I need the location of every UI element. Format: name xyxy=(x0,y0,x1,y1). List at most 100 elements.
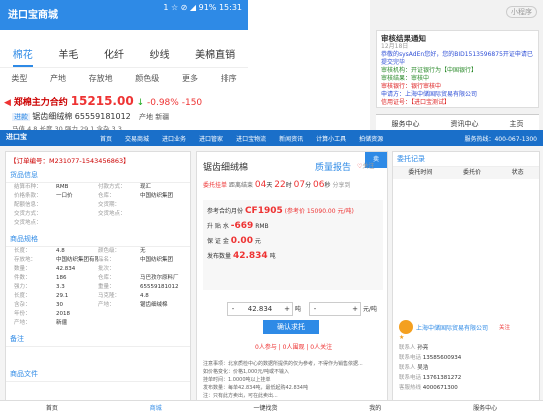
info-cell: 交货期： xyxy=(98,202,121,208)
margin-label: 保 证 金 xyxy=(207,238,229,245)
contact-row: 联系人 孙亮 xyxy=(399,345,429,351)
tab-wool[interactable]: 羊毛 xyxy=(58,44,78,67)
info-cell: 批次： xyxy=(98,266,115,272)
info-cell: 锯齿细绒棉 xyxy=(140,302,168,308)
info-cell: 42.834 xyxy=(56,266,76,272)
tab-fiber[interactable]: 化纤 xyxy=(104,44,124,67)
plus-button[interactable]: + xyxy=(282,303,292,315)
notice-line1: 审核机构：开证银行为【中国银行】 xyxy=(381,67,478,74)
filter-type[interactable]: 类型 xyxy=(11,73,27,89)
bottom-find[interactable]: 一键找货 xyxy=(253,401,277,416)
web-nav-bar: 进口宝 首页 交易商城 进口业务 进口管家 进口宝物流 新闻资讯 计算小工具 拍… xyxy=(0,130,543,146)
company-card: 上海中储国际贸易有限公司 关注 ★ 联系人 孙亮 联系电话 1358560093… xyxy=(399,320,535,393)
ref-value: CF1905 xyxy=(244,206,283,216)
info-row: 存放地： 中国纺织集团有限 品名： 中国纺织集团 xyxy=(6,256,190,265)
filter-bar: 类型 产地 存放地 颜色级 更多 排序 xyxy=(0,73,248,89)
nav-home[interactable]: 首页 xyxy=(100,134,112,143)
notice-card[interactable]: 审核结果通知 12月18日 恭敬的sysAdEn您好，您的BID15135968… xyxy=(376,30,539,108)
quote-name: 郑棉主力合约 xyxy=(13,98,68,108)
star-icon: ★ xyxy=(399,334,405,341)
tab-cotton[interactable]: 棉花 xyxy=(12,44,33,67)
price-minus-button[interactable]: - xyxy=(310,303,320,315)
company-follow[interactable]: 关注 xyxy=(499,323,510,331)
info-cell: 颜色级： xyxy=(98,248,121,254)
mobile-app-panel: 进口宝商城 1 ☆ ⊘ ◢ 91% 15:31 棉花 羊毛 化纤 纱线 美棉直销… xyxy=(0,0,248,150)
order-number: 【订单编号：M231077-1543456863】 xyxy=(10,157,130,165)
minus-button[interactable]: - xyxy=(228,303,238,315)
app-title: 进口宝商城 xyxy=(8,10,58,21)
info-cell: 交货方式： xyxy=(14,211,42,217)
company-name[interactable]: 上海中储国际贸易有限公司 xyxy=(416,323,496,332)
confirm-button[interactable]: 确认求托 xyxy=(263,320,319,334)
info-cell: 交货地点： xyxy=(14,220,42,226)
bottom-mall[interactable]: 商城 xyxy=(150,401,162,416)
info-cell: 中国纺织集团 xyxy=(140,193,174,199)
info-row: 产地： 新疆 xyxy=(6,319,190,328)
quantity-stepper[interactable]: - 42.834 + xyxy=(227,302,293,316)
bottom-service[interactable]: 服务中心 xyxy=(473,401,497,416)
info-cell: 交货地点： xyxy=(98,211,126,217)
section-spec: 商品规格 xyxy=(6,232,190,247)
info-cell xyxy=(56,219,98,228)
nav-auction[interactable]: 拍储资源 xyxy=(359,134,383,143)
info-row: 数量： 42.834 批次： xyxy=(6,265,190,274)
nav-logistics[interactable]: 进口宝物流 xyxy=(236,134,266,143)
info-cell: 186 xyxy=(56,275,67,281)
web-logo[interactable]: 进口宝 xyxy=(6,132,27,142)
timer-minutes: 07 xyxy=(293,180,306,190)
info-cell xyxy=(56,201,98,210)
filter-origin[interactable]: 产地 xyxy=(50,73,66,89)
favorite-button[interactable]: ♡关注 xyxy=(357,161,374,170)
note-item: 注意事项：北京质检中心的数据所提供的仅为参考，不得作为销售依据... xyxy=(203,361,363,367)
filter-color[interactable]: 颜色级 xyxy=(135,73,159,89)
contract-row[interactable]: 进款 锯齿细绒棉 65559181012 产地 新疆 xyxy=(12,111,242,122)
speaker-icon: ◀ xyxy=(4,98,11,108)
info-row: 交货地点： xyxy=(6,219,190,228)
tab-yarn[interactable]: 纱线 xyxy=(150,44,170,67)
price-input[interactable] xyxy=(320,303,350,315)
app-header-bar: 进口宝商城 1 ☆ ⊘ ◢ 91% 15:31 xyxy=(0,0,248,30)
info-cell: 含杂： xyxy=(14,302,31,308)
info-cell xyxy=(140,265,182,274)
nav-news[interactable]: 新闻资讯 xyxy=(279,134,303,143)
filter-storage[interactable]: 存放地 xyxy=(89,73,113,89)
nav-mall[interactable]: 交易商城 xyxy=(125,134,149,143)
bottom-tab-bar: 首页 商城 一键找货 我的 服务中心 xyxy=(0,400,543,416)
share-link[interactable]: 分享到 xyxy=(332,182,350,189)
info-cell: 品名： xyxy=(98,257,115,263)
note-item: 如价格变化：价格1,000元/吨或不输入 xyxy=(203,369,290,375)
quantity-input[interactable]: 42.834 xyxy=(238,303,282,315)
tab-us-cotton[interactable]: 美棉直销 xyxy=(195,44,235,67)
bottom-mine[interactable]: 我的 xyxy=(369,401,381,416)
info-cell: 产地： xyxy=(14,320,31,326)
contact2-row: 联系人 吴浩 xyxy=(399,365,429,371)
info-cell: 价格条款： xyxy=(14,193,42,199)
filter-more[interactable]: 更多 xyxy=(182,73,198,89)
info-cell xyxy=(98,319,140,328)
info-cell: 件数： xyxy=(14,275,31,281)
info-cell: 4.8 xyxy=(140,293,149,299)
info-row: 价格条款： 一口价 仓库： 中国纺织集团 xyxy=(6,192,190,201)
timer-days: 04 xyxy=(254,180,267,190)
info-cell: 中国纺织集团有限 xyxy=(56,257,98,263)
miniprogram-button[interactable]: 小程序 xyxy=(506,6,537,18)
price-stepper[interactable]: - + xyxy=(309,302,361,316)
company-logo-icon xyxy=(399,320,413,334)
contract-origin: 新疆 xyxy=(155,113,170,121)
goods-rows: 结算币种： RMB 付款方式： 现汇 价格条款： 一口价 仓库： 中国纺织集团 配额信息： 交货期… xyxy=(6,183,190,228)
phone1-row: 联系电话 13585600934 xyxy=(399,355,462,361)
price-plus-button[interactable]: + xyxy=(350,303,360,315)
contract-code: 锯齿细绒棉 65559181012 xyxy=(32,112,131,121)
nav-tools[interactable]: 计算小工具 xyxy=(316,134,346,143)
nav-manager[interactable]: 进口管家 xyxy=(199,134,223,143)
info-cell: 存放地： xyxy=(14,257,37,263)
nav-import[interactable]: 进口业务 xyxy=(162,134,186,143)
info-cell: 中国纺织集团 xyxy=(140,257,174,263)
bottom-home[interactable]: 首页 xyxy=(46,401,58,416)
info-cell: 现汇 xyxy=(140,184,152,190)
notice-title: 审核结果通知 xyxy=(381,34,426,43)
filter-sort[interactable]: 排序 xyxy=(221,73,237,89)
premium-label: 升 贴 水 xyxy=(207,223,229,230)
notice-status: 提交完毕 xyxy=(381,59,406,66)
quality-report-link[interactable]: 质量报告 xyxy=(315,160,351,173)
